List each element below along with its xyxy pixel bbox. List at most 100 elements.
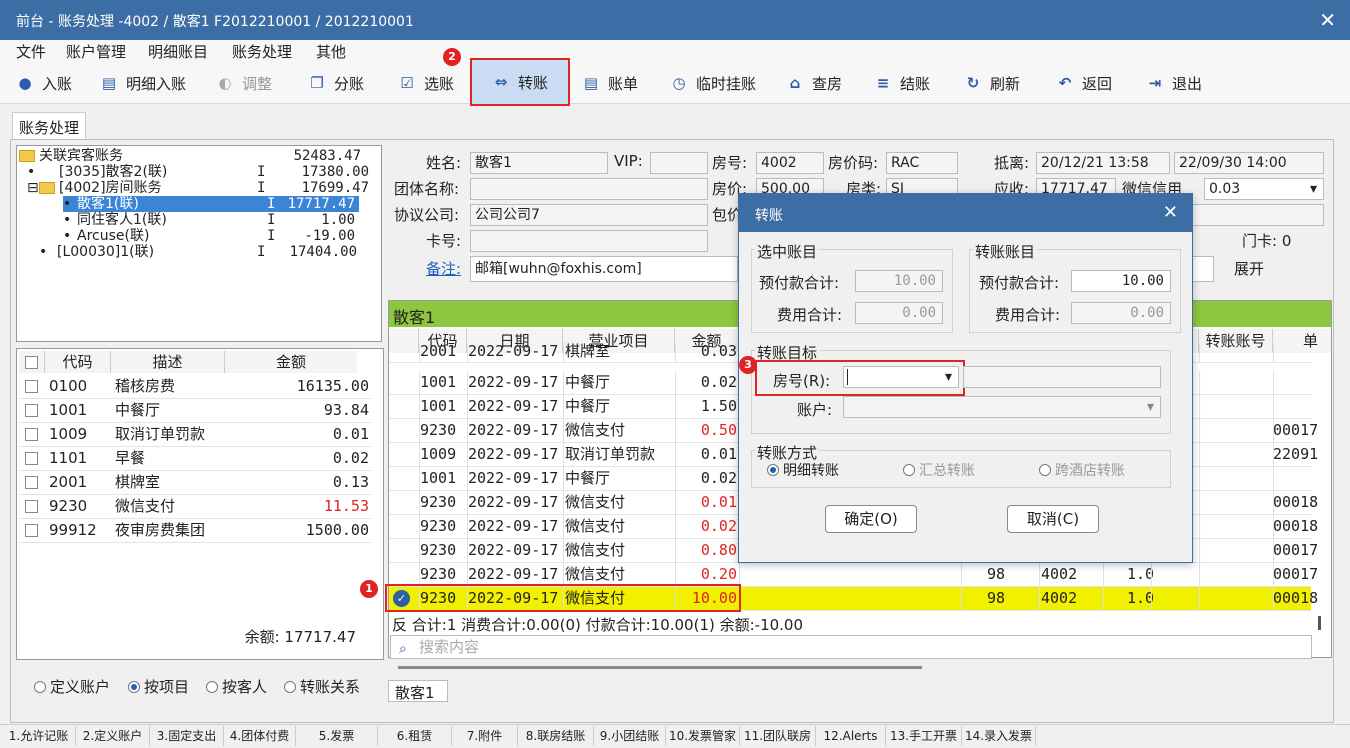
list-item[interactable]: 0100 稽核房费 16135.00 <box>19 375 371 399</box>
cell-code: 1001 <box>420 469 457 487</box>
bill-button[interactable]: ▤ 账单 <box>582 70 638 96</box>
refresh-button[interactable]: ↻ 刷新 <box>964 70 1020 96</box>
room-field[interactable]: 4002 <box>756 152 824 174</box>
status-tab[interactable]: 3.固定支出 <box>150 726 224 746</box>
status-tab[interactable]: 7.附件 <box>452 726 518 746</box>
menu-accounting[interactable]: 账务处理 <box>232 41 292 62</box>
adjust-button[interactable]: ◐ 调整 <box>216 70 272 96</box>
exit-button[interactable]: ⇥ 退出 <box>1146 70 1202 96</box>
name-field[interactable]: 散客1 <box>470 152 608 174</box>
tree-root[interactable]: 关联宾客账务 52483.47 <box>19 148 379 164</box>
status-tab[interactable]: 9.小团结账 <box>594 726 666 746</box>
radio-transfer-relation[interactable]: 转账关系 <box>284 676 360 697</box>
detail-post-button[interactable]: ▤ 明细入账 <box>100 70 186 96</box>
tree-item[interactable]: • 同住客人1(联) I 1.00 <box>63 212 359 228</box>
grid-divider <box>563 443 564 466</box>
grid-divider <box>1199 467 1200 490</box>
credit-dropdown[interactable]: 0.03 ▾ <box>1204 178 1324 200</box>
post-button[interactable]: ● 入账 <box>16 70 72 96</box>
tree-item[interactable]: • [L00030]1(联) I 17404.00 <box>39 244 379 260</box>
grid-divider <box>1273 467 1274 490</box>
card-field[interactable] <box>470 230 708 252</box>
radio-by-item[interactable]: 按项目 <box>128 676 189 697</box>
radio-by-guest[interactable]: 按客人 <box>206 676 267 697</box>
temp-hold-button[interactable]: ◷ 临时挂账 <box>670 70 756 96</box>
status-tab[interactable]: 2.定义账户 <box>76 726 150 746</box>
row-checkbox[interactable] <box>25 404 38 417</box>
departure-field[interactable]: 22/09/30 14:00 <box>1174 152 1324 174</box>
cell-code: 1001 <box>420 373 457 391</box>
expand-button[interactable]: 展开 <box>1234 258 1264 279</box>
back-button[interactable]: ↶ 返回 <box>1056 70 1112 96</box>
horizontal-scrollbar[interactable] <box>398 666 922 669</box>
radio-define-account[interactable]: 定义账户 <box>34 676 110 697</box>
house-search-icon: ⌂ <box>789 74 801 92</box>
select-all-checkbox[interactable] <box>25 356 38 369</box>
status-tab[interactable]: 5.发票 <box>296 726 378 746</box>
tree-item[interactable]: ⊟ [4002]房间账务 I 17699.47 <box>27 180 379 196</box>
room-check-button[interactable]: ⌂ 查房 <box>786 70 842 96</box>
transfer-button[interactable]: ⇔ 转账 <box>470 58 570 106</box>
note-field[interactable]: 邮箱[wuhn@foxhis.com] <box>470 256 738 282</box>
tab-accounting[interactable]: 账务处理 <box>12 112 86 140</box>
tree-item-selected[interactable]: • 散客1(联) I 17717.47 <box>63 196 359 212</box>
package-field[interactable]: 早 <box>1174 204 1324 226</box>
row-checkbox[interactable] <box>25 524 38 537</box>
row-checkbox[interactable] <box>25 476 38 489</box>
cell-category: 98 <box>987 589 1006 607</box>
ok-button[interactable]: 确定(O) <box>825 505 917 533</box>
row-checkbox[interactable] <box>25 428 38 441</box>
menu-account-mgmt[interactable]: 账户管理 <box>66 41 126 62</box>
close-window-icon[interactable]: ✕ <box>1319 8 1336 32</box>
radio-summary-transfer[interactable]: 汇总转账 <box>903 460 975 480</box>
grid-divider <box>1199 491 1200 514</box>
vertical-scrollbar[interactable] <box>1318 616 1321 630</box>
vip-field[interactable] <box>650 152 708 174</box>
status-tab[interactable]: 12.Alerts <box>816 726 886 746</box>
status-tab[interactable]: 6.租赁 <box>378 726 452 746</box>
company-field[interactable]: 公司公司7 <box>470 204 708 226</box>
checkout-button[interactable]: ≡ 结账 <box>874 70 930 96</box>
col-code[interactable]: 代码 <box>45 351 111 373</box>
status-tab[interactable]: 14.录入发票 <box>962 726 1036 746</box>
status-tab[interactable]: 11.团队联房 <box>740 726 816 746</box>
status-tab[interactable]: 8.联房结账 <box>518 726 594 746</box>
menu-detail-items[interactable]: 明细账目 <box>148 41 208 62</box>
note-link[interactable]: 备注: <box>426 258 461 279</box>
list-item[interactable]: 2001 棋牌室 0.13 <box>19 471 371 495</box>
group-field[interactable] <box>470 178 708 200</box>
door-card-count: 门卡: 0 <box>1242 232 1292 250</box>
col-amount[interactable]: 金额 <box>225 351 357 373</box>
list-item[interactable]: 1001 中餐厅 93.84 <box>19 399 371 423</box>
list-item[interactable]: 99912 夜审房费集团 1500.00 <box>19 519 371 543</box>
radio-cross-hotel-transfer[interactable]: 跨酒店转账 <box>1039 460 1125 480</box>
status-tab[interactable]: 13.手工开票 <box>886 726 962 746</box>
status-tab[interactable]: 10.发票管家 <box>666 726 740 746</box>
col-desc[interactable]: 描述 <box>111 351 225 373</box>
account-combobox[interactable]: ▾ <box>843 396 1161 418</box>
list-item[interactable]: 1101 早餐 0.02 <box>19 447 371 471</box>
radio-detail-transfer[interactable]: 明细转账 <box>767 460 839 480</box>
menu-file[interactable]: 文件 <box>16 41 46 62</box>
tab-guest[interactable]: 散客1 <box>388 680 448 702</box>
search-input[interactable]: ⌕ 搜索内容 <box>390 635 1312 659</box>
list-item[interactable]: 9230 微信支付 11.53 <box>19 495 371 519</box>
status-tab[interactable]: 1.允许记账 <box>2 726 76 746</box>
row-checkbox[interactable] <box>25 380 38 393</box>
split-button[interactable]: ❐ 分账 <box>308 70 364 96</box>
list-item[interactable]: 1009 取消订单罚款 0.01 <box>19 423 371 447</box>
grid-divider <box>467 491 468 514</box>
row-checkbox[interactable] <box>25 452 38 465</box>
cancel-button[interactable]: 取消(C) <box>1007 505 1099 533</box>
row-checkbox[interactable] <box>25 500 38 513</box>
status-tab[interactable]: 4.团体付费 <box>224 726 296 746</box>
menu-other[interactable]: 其他 <box>316 41 346 62</box>
tree-item[interactable]: • Arcuse(联) I -19.00 <box>63 228 359 244</box>
tree-item[interactable]: • [3035]散客2(联) I 17380.00 <box>27 164 379 180</box>
select-bill-button[interactable]: ☑ 选账 <box>398 70 454 96</box>
room-number-combobox[interactable]: ▾ <box>843 366 959 388</box>
transfer-prepay-field[interactable]: 10.00 <box>1071 270 1171 292</box>
ratecode-field[interactable]: RAC <box>886 152 958 174</box>
close-icon[interactable]: ✕ <box>1163 202 1178 223</box>
arrival-field[interactable]: 20/12/21 13:58 <box>1036 152 1170 174</box>
